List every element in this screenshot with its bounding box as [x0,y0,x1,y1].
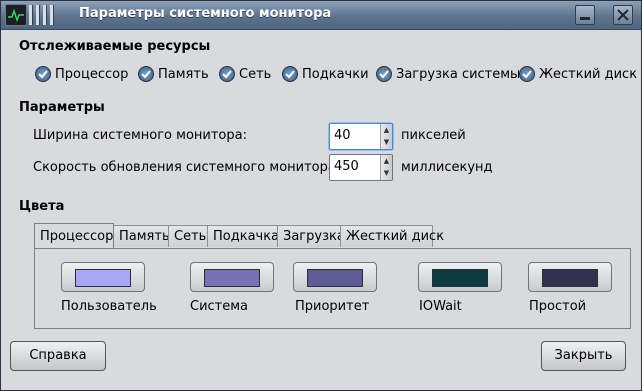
checkmark-icon[interactable] [219,66,235,82]
checkbox-label: Память [158,66,209,82]
checkbox-label: Загрузка системы [396,66,521,82]
system-monitor-icon[interactable] [5,4,27,26]
spin-up-icon[interactable]: ▲ [381,124,392,136]
checkbox-hard-disk[interactable]: Жесткий диск [519,66,637,82]
color-swatch [542,269,598,287]
window-title: Параметры системного монитора [79,6,332,21]
width-unit: пикселей [401,128,466,143]
close-button[interactable]: Закрыть [541,341,626,371]
speed-label: Скорость обновления системного монитора: [33,160,341,175]
color-button-priority[interactable] [293,262,377,292]
tab-load[interactable]: Загрузка [277,225,345,247]
checkbox-processor[interactable]: Процессор [35,66,128,82]
speed-input[interactable] [332,157,380,176]
close-icon[interactable] [613,5,633,25]
tab-hard-disk[interactable]: Жесткий диск [340,225,444,247]
width-spin-arrows[interactable]: ▲ ▼ [380,124,392,149]
checkbox-system-load[interactable]: Загрузка системы [376,66,520,82]
speed-spin-arrows[interactable]: ▲ ▼ [380,155,392,180]
color-button-idle[interactable] [528,262,612,292]
tab-network[interactable]: Сеть [168,225,208,247]
tab-swap[interactable]: Подкачка [207,225,279,247]
color-label-idle: Простой [529,299,587,314]
checkbox-swap[interactable]: Подкачки [282,66,369,82]
checkbox-label: Подкачки [302,66,369,82]
speed-unit: миллисекунд [401,160,493,175]
checkmark-icon[interactable] [138,66,154,82]
checkmark-icon[interactable] [282,66,298,82]
minimize-icon[interactable] [575,5,595,25]
checkmark-icon[interactable] [376,66,392,82]
width-input[interactable] [332,126,380,145]
width-label: Ширина системного монитора: [33,128,247,143]
color-swatch [75,269,131,287]
preferences-content: Отслеживаемые ресурсы Процессор Память С… [1,30,641,390]
color-swatch [204,269,260,287]
checkmark-icon[interactable] [35,66,51,82]
color-label-iowait: IOWait [419,299,462,314]
tab-processor[interactable]: Процессор [34,223,114,248]
spin-up-icon[interactable]: ▲ [381,155,392,167]
color-button-iowait[interactable] [418,262,502,292]
checkbox-label: Жесткий диск [539,66,638,82]
checkmark-icon[interactable] [519,66,535,82]
title-bar[interactable]: Параметры системного монитора [1,1,641,30]
color-swatch [307,269,363,287]
checkbox-label: Сеть [239,66,272,82]
preferences-window: Параметры системного монитора Отслеживае… [0,0,642,391]
spin-down-icon[interactable]: ▼ [381,167,392,179]
color-button-system[interactable] [190,262,274,292]
spin-down-icon[interactable]: ▼ [381,136,392,148]
color-label-user: Пользователь [61,299,157,314]
color-swatch [432,269,488,287]
color-button-user[interactable] [61,262,145,292]
color-label-system: Система [190,299,249,314]
parameters-heading: Параметры [19,100,105,115]
width-spinbox[interactable]: ▲ ▼ [329,123,393,150]
title-grip[interactable] [29,5,63,25]
tab-memory[interactable]: Память [113,225,170,247]
resources-heading: Отслеживаемые ресурсы [19,39,211,54]
colors-heading: Цвета [19,199,65,214]
speed-spinbox[interactable]: ▲ ▼ [329,154,393,181]
color-tab-panel: Пользователь Система Приоритет IOWait Пр… [34,248,631,329]
resources-checkbox-row: Процессор Память Сеть Подкачки Загрузка … [33,66,637,86]
checkbox-label: Процессор [55,66,129,82]
color-label-priority: Приоритет [295,299,370,314]
checkbox-memory[interactable]: Память [138,66,209,82]
help-button[interactable]: Справка [10,341,106,371]
checkbox-network[interactable]: Сеть [219,66,271,82]
